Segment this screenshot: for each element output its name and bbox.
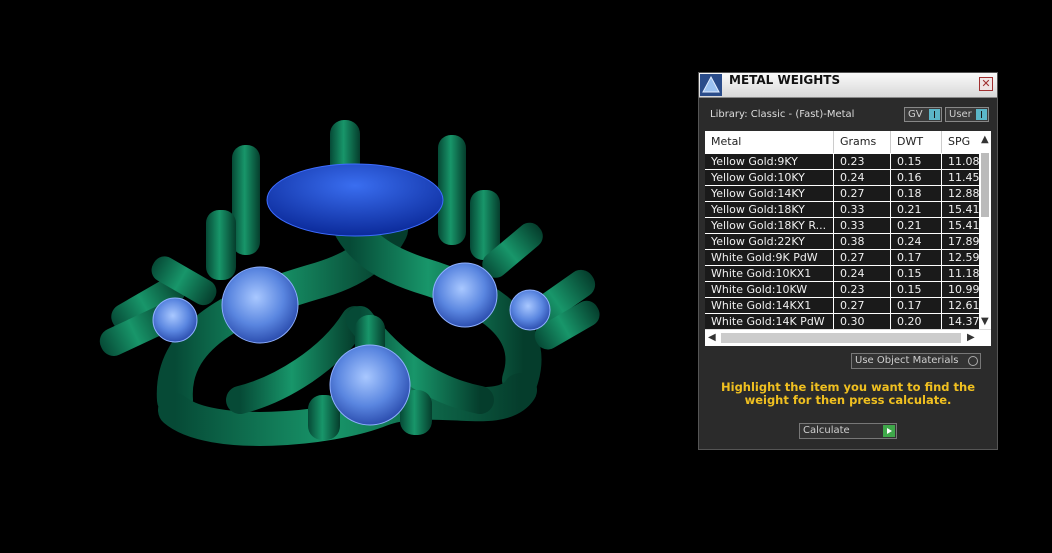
spg-cell: 11.08: [948, 155, 979, 168]
table-row[interactable]: Yellow Gold:22KY 0.38 0.24 17.89: [705, 233, 979, 249]
spg-cell: 14.37: [948, 315, 979, 328]
table-row[interactable]: White Gold:10KW 0.23 0.15 10.99: [705, 281, 979, 297]
grams-cell: 0.24: [834, 170, 891, 185]
dwt-cell: 0.15: [891, 282, 942, 297]
horizontal-scrollbar[interactable]: ◀ ▶: [705, 329, 991, 346]
metal-cell: Yellow Gold:22KY: [705, 234, 834, 249]
column-header-spg[interactable]: SPG: [942, 131, 979, 153]
table-row[interactable]: Yellow Gold:18KY R... 0.33 0.21 15.41: [705, 217, 979, 233]
user-toggle[interactable]: User: [945, 107, 989, 122]
gv-toggle[interactable]: GV: [904, 107, 942, 122]
metal-cell: Yellow Gold:18KY: [705, 202, 834, 217]
table-row[interactable]: White Gold:10KX1 0.24 0.15 11.18: [705, 265, 979, 281]
scrollbar-thumb[interactable]: [981, 153, 989, 217]
table-header: Metal Grams DWT SPG: [705, 131, 979, 153]
scroll-right-icon[interactable]: ▶: [967, 333, 975, 343]
grams-cell: 0.27: [834, 298, 891, 313]
panel-titlebar[interactable]: METAL WEIGHTS ✕: [699, 73, 997, 98]
dwt-cell: 0.20: [891, 314, 942, 329]
metal-cell: Yellow Gold:18KY R...: [705, 218, 834, 233]
spg-cell: 15.41: [948, 219, 979, 232]
calculate-label: Calculate: [803, 425, 850, 436]
dwt-cell: 0.21: [891, 202, 942, 217]
metal-weights-panel: METAL WEIGHTS ✕ Library: Classic - (Fast…: [698, 72, 998, 450]
spg-cell: 12.61: [948, 299, 979, 312]
metal-cell: White Gold:10KX1: [705, 266, 834, 281]
column-header-metal[interactable]: Metal: [705, 131, 834, 153]
gv-toggle-label: GV: [908, 109, 923, 120]
user-toggle-label: User: [949, 109, 972, 120]
metal-cell: White Gold:10KW: [705, 282, 834, 297]
calculate-button[interactable]: Calculate: [799, 423, 897, 439]
spg-cell: 11.18: [948, 267, 979, 280]
table-row[interactable]: Yellow Gold:10KY 0.24 0.16 11.45: [705, 169, 979, 185]
column-header-dwt[interactable]: DWT: [891, 131, 942, 153]
spg-cell: 12.88: [948, 187, 979, 200]
scroll-left-icon[interactable]: ◀: [708, 333, 716, 343]
grams-cell: 0.38: [834, 234, 891, 249]
grams-cell: 0.27: [834, 186, 891, 201]
grams-cell: 0.33: [834, 202, 891, 217]
toggle-switch-icon: [976, 109, 987, 120]
use-object-materials-option[interactable]: Use Object Materials: [851, 353, 981, 369]
library-label: Library: Classic - (Fast)-Metal: [710, 109, 855, 120]
column-header-grams[interactable]: Grams: [834, 131, 891, 153]
metal-cell: White Gold:14KX1: [705, 298, 834, 313]
dwt-cell: 0.24: [891, 234, 942, 249]
metal-cell: Yellow Gold:10KY: [705, 170, 834, 185]
table-row[interactable]: White Gold:9K PdW 0.27 0.17 12.59: [705, 249, 979, 265]
metal-cell: White Gold:14K PdW: [705, 314, 834, 329]
instruction-text: Highlight the item you want to find the …: [721, 380, 975, 407]
metal-cell: White Gold:9K PdW: [705, 250, 834, 265]
spg-cell: 15.41: [948, 203, 979, 216]
table-row[interactable]: Yellow Gold:9KY 0.23 0.15 11.08: [705, 153, 979, 169]
dwt-cell: 0.15: [891, 154, 942, 169]
table-row[interactable]: White Gold:14K PdW 0.30 0.20 14.37: [705, 313, 979, 329]
dwt-cell: 0.17: [891, 250, 942, 265]
ring-model: [99, 120, 600, 446]
use-object-materials-label: Use Object Materials: [855, 355, 959, 366]
toggle-switch-icon: [929, 109, 940, 120]
3d-viewport[interactable]: [0, 0, 690, 549]
dwt-cell: 0.18: [891, 186, 942, 201]
scrollbar-thumb[interactable]: [721, 333, 961, 343]
dwt-cell: 0.17: [891, 298, 942, 313]
grams-cell: 0.27: [834, 250, 891, 265]
spg-cell: 17.89: [948, 235, 979, 248]
grams-cell: 0.23: [834, 282, 891, 297]
metal-table: Metal Grams DWT SPG Yellow Gold:9KY 0.23 0…: [705, 131, 991, 329]
dwt-cell: 0.15: [891, 266, 942, 281]
dwt-cell: 0.16: [891, 170, 942, 185]
grams-cell: 0.30: [834, 314, 891, 329]
panel-title: METAL WEIGHTS: [729, 73, 841, 87]
metal-cell: Yellow Gold:14KY: [705, 186, 834, 201]
spg-cell: 11.45: [948, 171, 979, 184]
spg-cell: 12.59: [948, 251, 979, 264]
close-icon[interactable]: ✕: [979, 77, 993, 91]
grams-cell: 0.24: [834, 266, 891, 281]
table-row[interactable]: White Gold:14KX1 0.27 0.17 12.61: [705, 297, 979, 313]
table-body: Yellow Gold:9KY 0.23 0.15 11.08 Yellow Gold:…: [705, 153, 979, 329]
metal-weights-icon: [700, 74, 722, 96]
metal-cell: Yellow Gold:9KY: [705, 154, 834, 169]
table-row[interactable]: Yellow Gold:14KY 0.27 0.18 12.88: [705, 185, 979, 201]
scroll-up-icon[interactable]: ▲: [981, 135, 989, 145]
radio-icon: [968, 356, 978, 366]
scroll-down-icon[interactable]: ▼: [981, 317, 989, 327]
grams-cell: 0.23: [834, 154, 891, 169]
play-icon: [883, 425, 895, 437]
table-row[interactable]: Yellow Gold:18KY 0.33 0.21 15.41: [705, 201, 979, 217]
vertical-scrollbar[interactable]: ▲ ▼: [979, 131, 991, 329]
spg-cell: 10.99: [948, 283, 979, 296]
grams-cell: 0.33: [834, 218, 891, 233]
dwt-cell: 0.21: [891, 218, 942, 233]
